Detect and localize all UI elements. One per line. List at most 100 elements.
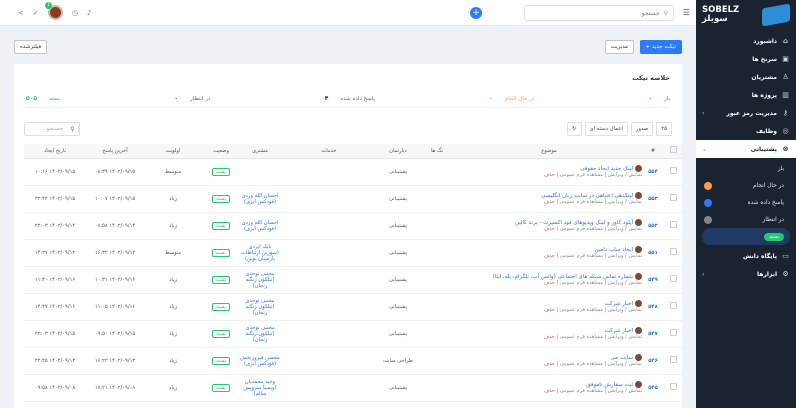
table-row[interactable]: ۵۵۳ لینکدهی اعتباهی در سایت زبان انگلیسی ن… <box>24 185 683 213</box>
ticket-customer[interactable]: بابک ایزدی (سورین ارتباطات پارسیان نوین) <box>240 239 280 267</box>
table-row[interactable]: ۵۵۴ لینک جدید ایجاد حقوقی نمایش / ویرایش |… <box>24 158 683 186</box>
select-all-checkbox[interactable] <box>669 146 677 154</box>
row-select[interactable] <box>664 374 683 402</box>
menu-icon[interactable]: ☰ <box>683 8 690 17</box>
ticket-number[interactable]: ۵۵۳ <box>642 185 665 213</box>
ticket-number[interactable]: ۵۵۴ <box>642 158 665 186</box>
column-header[interactable]: مشتری <box>240 144 280 159</box>
ticket-number[interactable]: ۵۴۸ <box>642 293 665 321</box>
row-select[interactable] <box>664 212 683 240</box>
page-size-select[interactable]: ۲۵ <box>656 122 672 136</box>
row-checkbox[interactable] <box>669 248 677 255</box>
support-sub-item-2[interactable]: پاسخ داده شده <box>696 194 796 211</box>
column-header[interactable]: خدمات <box>280 144 378 159</box>
delete-link[interactable]: حذف <box>544 334 555 340</box>
ticket-subject[interactable]: لینک جدید ایجاد حقوقی نمایش / ویرایش | مش… <box>456 158 643 186</box>
sidebar-item-3[interactable]: ▥ پروژه ها <box>696 86 796 104</box>
row-action-links[interactable]: نمایش / ویرایش | مشاهده فرم عمومی | <box>555 199 642 205</box>
ticket-subject[interactable]: ثبت سفارش ناموفق نمایش / ویرایش | مشاهده … <box>456 374 643 402</box>
ticket-customer[interactable] <box>240 158 280 186</box>
ticket-number[interactable]: ۵۴۵ <box>642 374 665 402</box>
sidebar-item-7[interactable]: ▭ پایگاه دانش <box>696 247 796 265</box>
row-checkbox[interactable] <box>669 167 677 174</box>
ticket-subject[interactable]: آپلود کاور و لینک ویدیوهای فود اکسپرت - … <box>456 212 643 240</box>
delete-link[interactable]: حذف <box>544 199 555 205</box>
sidebar-item-1[interactable]: ▣ سرنخ ها <box>696 50 796 68</box>
delete-link[interactable]: حذف <box>544 388 555 394</box>
select-all-header[interactable] <box>664 144 683 159</box>
bell-icon[interactable]: ♪ <box>87 9 91 17</box>
row-checkbox[interactable] <box>669 329 677 336</box>
delete-link[interactable]: حذف <box>544 280 555 286</box>
manage-button[interactable]: مدیریت <box>604 40 634 54</box>
row-select[interactable] <box>664 239 683 267</box>
row-select[interactable] <box>664 158 683 186</box>
row-action-links[interactable]: نمایش / ویرایش | مشاهده فرم عمومی | <box>555 334 642 340</box>
ticket-customer[interactable]: احسان الله وردی (فودکس ایزی) <box>240 185 280 213</box>
subject-title[interactable]: سایت می <box>456 354 643 361</box>
table-row[interactable]: ۵۴۵ ثبت سفارش ناموفق نمایش / ویرایش | مشاه… <box>24 374 683 402</box>
ticket-customer[interactable]: مجتبی توحدی (تیلکون زنگنه زنجان) <box>240 266 280 294</box>
table-search[interactable]: ⚲ جستجو... <box>24 122 80 136</box>
table-row[interactable]: ۵۴۶ سایت می نمایش / ویرایش | مشاهده فرم عم… <box>24 347 683 375</box>
ticket-subject[interactable]: لینکدهی اعتباهی در سایت زبان انگلیسی نمای… <box>456 185 643 213</box>
column-header[interactable]: وضعیت <box>202 144 240 159</box>
bulk-actions-button[interactable]: اعمال دسته ای <box>584 122 628 136</box>
row-select[interactable] <box>664 293 683 321</box>
search-input[interactable] <box>530 9 660 17</box>
delete-link[interactable]: حذف <box>544 172 555 178</box>
row-action-links[interactable]: نمایش / ویرایش | مشاهده فرم عمومی | <box>555 280 642 286</box>
column-header[interactable]: تاریخ ایجاد <box>24 144 86 159</box>
ticket-customer[interactable]: وحید محمدیان (ویستا سرویس سالم) <box>240 374 280 402</box>
subject-title[interactable]: ایجاد ساب دامین <box>456 246 643 253</box>
refresh-icon[interactable]: ↻ <box>567 122 582 136</box>
column-header[interactable]: موضوع <box>456 144 643 159</box>
search-box[interactable]: ⚲ <box>524 5 674 21</box>
subject-title[interactable]: آپلود کاور و لینک ویدیوهای فود اکسپرت - … <box>456 219 643 226</box>
new-ticket-button[interactable]: + تیکت جدید <box>639 40 682 54</box>
column-header[interactable]: اولویت <box>144 144 202 159</box>
ticket-customer[interactable]: مجتبی توحدی (تیلکون زنگنه زنجان) <box>240 293 280 321</box>
ticket-number[interactable]: ۵۵۲ <box>642 212 665 240</box>
filter-button[interactable]: فیلترشده <box>14 40 48 54</box>
row-action-links[interactable]: نمایش / ویرایش | مشاهده فرم عمومی | <box>555 307 642 313</box>
table-row[interactable]: ۵۴۸ اخبار شرکت نمایش / ویرایش | مشاهده فرم… <box>24 293 683 321</box>
ticket-subject[interactable]: شماره تماس شبکه های اجتماعی (واتس آپ، تل… <box>456 266 643 294</box>
delete-link[interactable]: حذف <box>544 226 555 232</box>
column-header[interactable]: تگ ها <box>418 144 456 159</box>
row-select[interactable] <box>664 266 683 294</box>
support-sub-item-4[interactable]: بسته <box>702 228 790 245</box>
ticket-customer[interactable]: مجتبی توحدی (تیلکون زنگنه زنجان) <box>240 320 280 348</box>
sidebar-item-4[interactable]: ⚷ مدیریت رمز عبور › <box>696 104 796 122</box>
row-checkbox[interactable] <box>669 356 677 363</box>
ticket-customer[interactable]: محسن فیروزبخش (فودکس ایزی) <box>240 347 280 375</box>
delete-link[interactable]: حذف <box>544 361 555 367</box>
subject-title[interactable]: لینک جدید ایجاد حقوقی <box>456 165 643 172</box>
support-sub-item-1[interactable]: در حال انجام <box>696 177 796 194</box>
check-icon[interactable]: ✓ <box>33 9 39 17</box>
support-sub-item-3[interactable]: در انتظار <box>696 211 796 228</box>
subject-title[interactable]: ثبت سفارش ناموفق <box>456 381 643 388</box>
subject-title[interactable]: لینکدهی اعتباهی در سایت زبان انگلیسی <box>456 192 643 199</box>
row-action-links[interactable]: نمایش / ویرایش | مشاهده فرم عمومی | <box>555 172 642 178</box>
sidebar-item-5[interactable]: ◎ وظایف <box>696 122 796 140</box>
column-header[interactable]: # <box>642 144 665 159</box>
sidebar-item-0[interactable]: ⌂ داشبورد <box>696 32 796 50</box>
row-checkbox[interactable] <box>669 302 677 309</box>
ticket-number[interactable]: ۵۴۷ <box>642 320 665 348</box>
delete-link[interactable]: حذف <box>544 307 555 313</box>
ticket-number[interactable]: ۵۵۱ <box>642 239 665 267</box>
table-row[interactable]: ۵۴۷ اخبار شرکت نمایش / ویرایش | مشاهده فرم… <box>24 320 683 348</box>
subject-title[interactable]: شماره تماس شبکه های اجتماعی (واتس آپ، تل… <box>456 273 643 280</box>
sidebar-item-6[interactable]: ⊗ پشتیبانی ⌄ <box>696 140 796 158</box>
ticket-subject[interactable]: سایت می نمایش / ویرایش | مشاهده فرم عمومی… <box>456 347 643 375</box>
support-sub-item-0[interactable]: باز <box>696 160 796 177</box>
row-checkbox[interactable] <box>669 383 677 390</box>
sidebar-item-8[interactable]: ⚙ ابزارها › <box>696 265 796 283</box>
row-action-links[interactable]: نمایش / ویرایش | مشاهده فرم عمومی | <box>555 361 642 367</box>
ticket-customer[interactable]: احسان الله وردی (فودکس ایزی) <box>240 212 280 240</box>
share-icon[interactable]: < <box>18 9 24 17</box>
row-action-links[interactable]: نمایش / ویرایش | مشاهده فرم عمومی | <box>555 253 642 259</box>
quick-add-button[interactable]: + <box>470 7 482 19</box>
ticket-subject[interactable]: ایجاد ساب دامین نمایش / ویرایش | مشاهده ف… <box>456 239 643 267</box>
